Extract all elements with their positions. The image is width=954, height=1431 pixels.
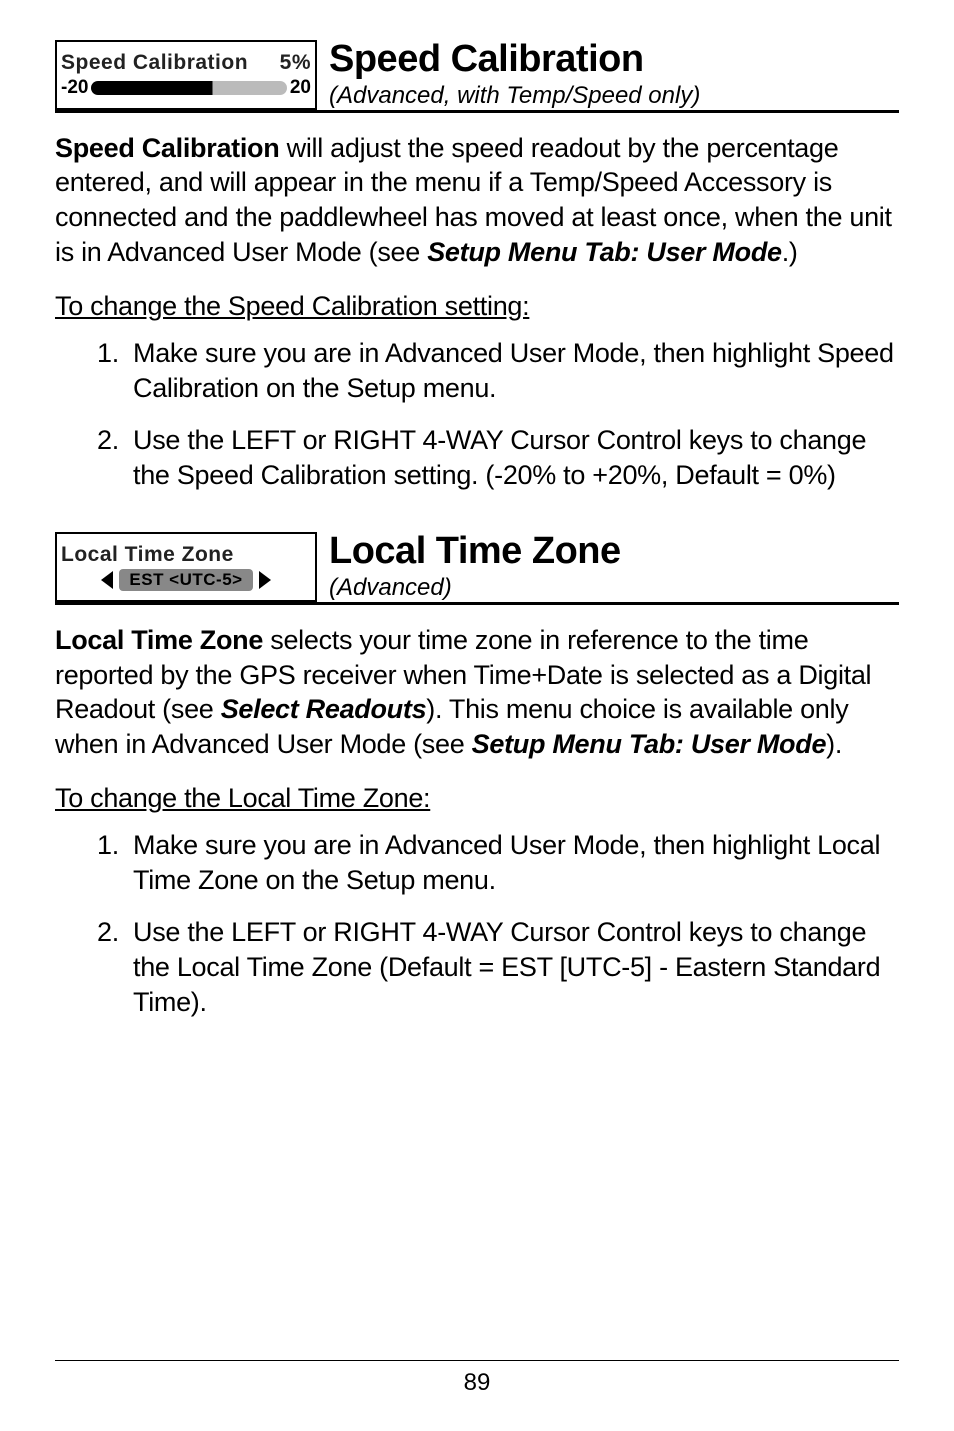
- select-value: EST <UTC-5>: [119, 569, 252, 591]
- italic-ref: Setup Menu Tab: User Mode: [427, 237, 782, 267]
- inset-label: Local Time Zone: [61, 543, 234, 567]
- chevron-right-icon: [259, 571, 271, 589]
- page-number: 89: [464, 1369, 491, 1396]
- section-title: Local Time Zone: [329, 532, 899, 572]
- heading-text: Speed Calibration (Advanced, with Temp/S…: [329, 40, 899, 110]
- body-paragraph: Local Time Zone selects your time zone i…: [55, 623, 899, 761]
- page-footer: 89: [55, 1360, 899, 1397]
- section-local-time-zone: Local Time Zone EST <UTC-5> Local Time Z…: [55, 532, 899, 1019]
- menu-inset-slider: Speed Calibration 5% -20 20: [55, 40, 317, 110]
- heading-row: Local Time Zone EST <UTC-5> Local Time Z…: [55, 532, 899, 605]
- procedure-title: To change the Local Time Zone:: [55, 783, 899, 814]
- section-speed-calibration: Speed Calibration 5% -20 20 Speed Calibr…: [55, 40, 899, 492]
- step-list: Make sure you are in Advanced User Mode,…: [55, 336, 899, 492]
- menu-inset-select: Local Time Zone EST <UTC-5>: [55, 532, 317, 602]
- slider-row: -20 20: [61, 75, 311, 99]
- inset-label-row: Local Time Zone: [61, 543, 311, 567]
- body-tail-3: ).: [826, 729, 842, 759]
- step-item: Make sure you are in Advanced User Mode,…: [97, 828, 899, 897]
- section-subtitle: (Advanced): [329, 574, 899, 602]
- heading-text: Local Time Zone (Advanced): [329, 532, 899, 602]
- step-list: Make sure you are in Advanced User Mode,…: [55, 828, 899, 1019]
- lead-term: Local Time Zone: [55, 625, 263, 655]
- inset-label-row: Speed Calibration 5%: [61, 51, 311, 75]
- step-item: Use the LEFT or RIGHT 4-WAY Cursor Contr…: [97, 915, 899, 1019]
- procedure-title: To change the Speed Calibration setting:: [55, 291, 899, 322]
- step-item: Use the LEFT or RIGHT 4-WAY Cursor Contr…: [97, 423, 899, 492]
- chevron-left-icon: [101, 571, 113, 589]
- italic-ref-2: Setup Menu Tab: User Mode: [472, 729, 827, 759]
- section-subtitle: (Advanced, with Temp/Speed only): [329, 82, 899, 110]
- lead-term: Speed Calibration: [55, 133, 279, 163]
- body-paragraph: Speed Calibration will adjust the speed …: [55, 131, 899, 269]
- slider-max: 20: [290, 77, 311, 99]
- italic-ref: Select Readouts: [221, 694, 427, 724]
- section-title: Speed Calibration: [329, 40, 899, 80]
- step-item: Make sure you are in Advanced User Mode,…: [97, 336, 899, 405]
- slider-min: -20: [61, 77, 88, 99]
- inset-label: Speed Calibration: [61, 51, 248, 75]
- slider-track: [91, 81, 286, 95]
- body-tail: .): [782, 237, 798, 267]
- heading-row: Speed Calibration 5% -20 20 Speed Calibr…: [55, 40, 899, 113]
- select-row: EST <UTC-5>: [61, 567, 311, 591]
- inset-value: 5%: [280, 51, 311, 75]
